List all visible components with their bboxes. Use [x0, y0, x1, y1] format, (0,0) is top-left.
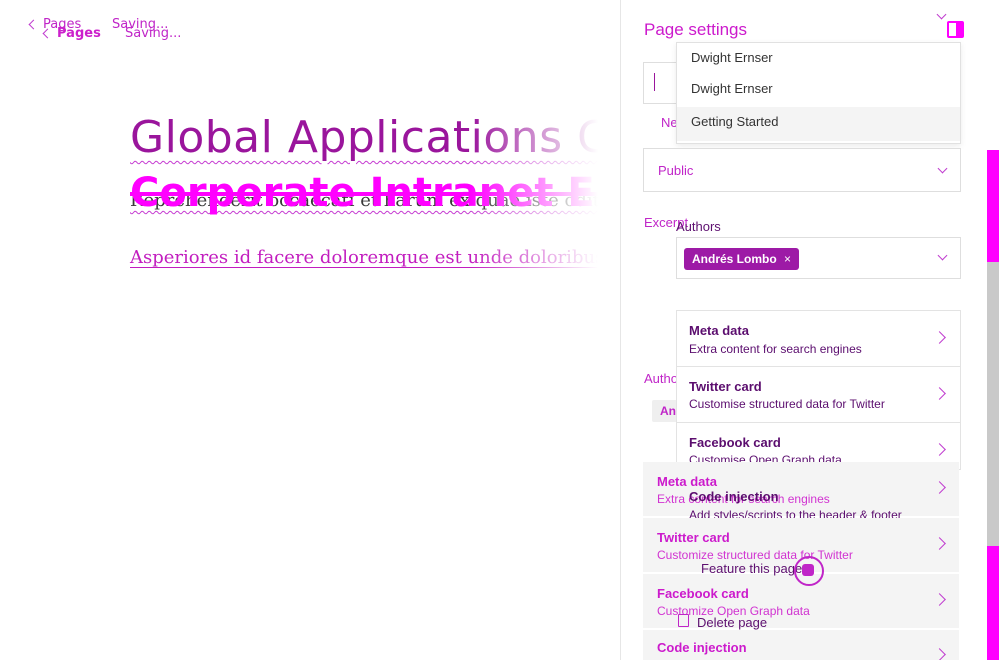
dropdown-option[interactable]: Dwight Ernser: [691, 50, 773, 65]
card-title: Facebook card: [689, 435, 781, 450]
scrollbar-track-bottom[interactable]: [987, 546, 999, 660]
collapse-chevron-icon[interactable]: [936, 9, 947, 20]
card-subtitle: Customise structured data for Twitter: [689, 397, 885, 411]
chevron-down-icon: [937, 250, 948, 261]
chevron-right-icon: [933, 443, 946, 456]
card-subtitle: Customize structured data for Twitter: [657, 548, 853, 562]
visibility-select[interactable]: Public: [643, 148, 961, 192]
card-title: Twitter card: [657, 530, 730, 545]
twitter-card[interactable]: Twitter card Customise structured data f…: [676, 366, 961, 424]
visibility-value: Public: [658, 163, 694, 178]
chevron-right-icon: [933, 537, 946, 550]
card-title: Code injection: [657, 640, 747, 655]
trash-icon[interactable]: [678, 614, 689, 627]
chevron-right-icon: [933, 481, 946, 494]
panel-title: Page settings: [644, 20, 748, 39]
feature-label: Feature this page: [701, 561, 803, 576]
code-injection-card-ghost[interactable]: Code injection: [643, 630, 959, 660]
back-chevron-icon[interactable]: [28, 19, 39, 30]
scrollbar-thumb[interactable]: [987, 262, 999, 546]
back-link-ghost: Pages: [57, 26, 101, 41]
authors-label: Authors: [676, 219, 721, 234]
card-title: Twitter card: [689, 379, 762, 394]
card-title: Facebook card: [657, 586, 749, 601]
card-subtitle: Extra content for search engines: [689, 342, 862, 356]
dropdown-option-highlighted[interactable]: Getting Started: [691, 114, 778, 129]
author-token-label: Andrés Lombo: [692, 252, 777, 266]
card-title: Meta data: [689, 323, 749, 338]
chevron-right-icon: [933, 648, 946, 660]
author-dropdown-list: Dwight Ernser Dwight Ernser Getting Star…: [676, 42, 961, 144]
scrollbar-track-top[interactable]: [987, 150, 999, 262]
chevron-right-icon: [933, 387, 946, 400]
delete-page-button[interactable]: Delete page: [697, 615, 767, 630]
meta-data-card[interactable]: Meta data Extra content for search engin…: [676, 310, 961, 368]
text-cursor: [654, 73, 655, 91]
dropdown-option[interactable]: Dwight Ernser: [691, 81, 773, 96]
chevron-down-icon: [937, 163, 948, 174]
code-injection-title: Code injection: [689, 489, 779, 504]
save-status-ghost: Saving...: [125, 26, 182, 41]
card-title: Meta data: [657, 474, 717, 489]
sidebar-toggle-icon[interactable]: [947, 21, 964, 38]
chevron-right-icon: [933, 593, 946, 606]
feature-toggle[interactable]: [794, 556, 824, 586]
editor-fade: [470, 0, 630, 660]
page-settings-panel: Page settings News Dwight Ernser Dwight …: [620, 0, 1000, 660]
authors-select[interactable]: Andrés Lombo ×: [676, 237, 961, 279]
author-token[interactable]: Andrés Lombo ×: [684, 248, 800, 270]
remove-author-icon[interactable]: ×: [784, 252, 791, 266]
chevron-right-icon: [933, 331, 946, 344]
